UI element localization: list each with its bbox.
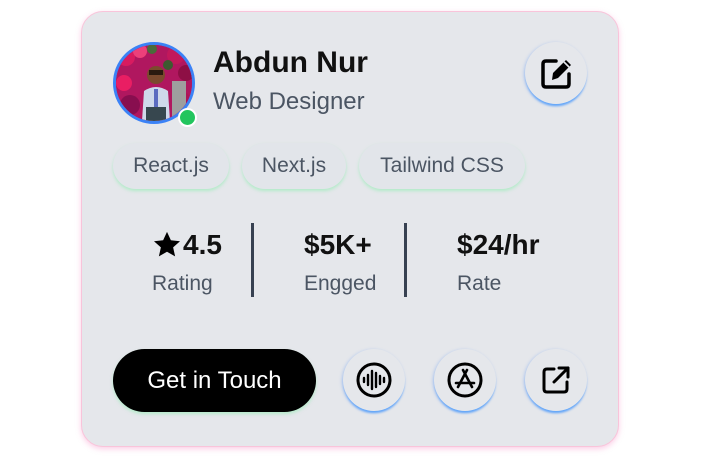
stat-value: 4.5 xyxy=(152,229,222,261)
stat-label: Rate xyxy=(457,272,502,295)
edit-icon xyxy=(541,59,571,89)
edit-button[interactable] xyxy=(525,42,587,104)
stat-rate: $24/hr Rate xyxy=(457,224,577,300)
stat-divider xyxy=(404,223,407,297)
get-in-touch-button[interactable]: Get in Touch xyxy=(113,349,316,412)
app-store-icon xyxy=(447,362,483,398)
external-link-button[interactable] xyxy=(525,349,587,411)
external-link-icon xyxy=(542,366,570,394)
app-store-button[interactable] xyxy=(434,349,496,411)
avatar-container xyxy=(113,42,197,127)
skill-tag[interactable]: Tailwind CSS xyxy=(359,143,525,189)
stat-rating: 4.5 Rating xyxy=(152,224,252,300)
profile-role: Web Designer xyxy=(213,88,365,115)
stat-label: Rating xyxy=(152,272,213,295)
profile-name: Abdun Nur xyxy=(213,46,368,79)
star-icon xyxy=(154,231,180,257)
skill-tag[interactable]: Next.js xyxy=(242,143,346,189)
skill-tag[interactable]: React.js xyxy=(113,143,229,189)
stat-engaged: $5K+ Engged xyxy=(304,224,414,300)
audio-button[interactable] xyxy=(343,349,405,411)
stat-label: Engged xyxy=(304,272,377,295)
stat-value: $24/hr xyxy=(457,229,540,260)
rating-value: 4.5 xyxy=(183,229,222,260)
audio-wave-icon xyxy=(356,362,392,398)
stat-value: $5K+ xyxy=(304,229,372,260)
profile-card: Abdun Nur Web Designer React.js Next.js … xyxy=(81,11,619,447)
online-status-dot xyxy=(178,108,197,127)
stat-divider xyxy=(251,223,254,297)
